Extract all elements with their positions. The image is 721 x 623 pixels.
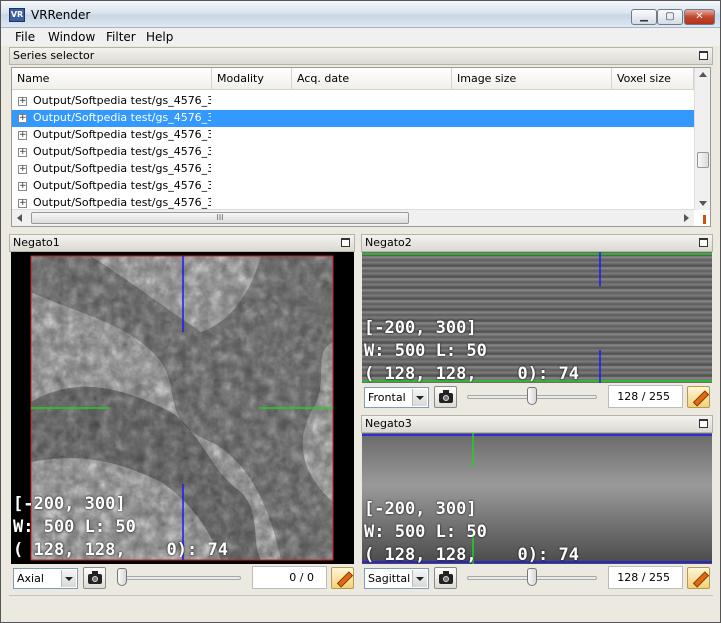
negato3-snapshot-button[interactable] [434, 567, 457, 589]
series-name: Output/Softpedia test/gs_4576_3574 [33, 111, 211, 124]
menu-help[interactable]: Help [146, 30, 173, 44]
negato3-orientation-select[interactable]: Sagittal [364, 568, 429, 589]
negato1-window-level-text: W: 500 L: 50 [13, 517, 136, 537]
column-header-modality[interactable]: Modality [212, 68, 292, 90]
negato3-viewport[interactable]: [-200, 300] W: 500 L: 50 ( 128, 128, 0):… [362, 433, 712, 564]
negato1-coordinate-text: ( 128, 128, 0): 74 [13, 540, 228, 560]
column-header-voxel-size[interactable]: Voxel size [612, 68, 694, 90]
negato2-slice-counter: 128 / 255 [608, 385, 683, 408]
negato2-snapshot-button[interactable] [434, 386, 457, 408]
scroll-right-icon[interactable] [684, 214, 689, 222]
column-header-name[interactable]: Name [12, 68, 212, 90]
series-name: Output/Softpedia test/gs_4576_3573 [33, 94, 211, 107]
app-window: VR VRRender ▁ ▢ ✕ File Window Filter Hel… [0, 0, 721, 623]
negato1-range-text: [-200, 300] [13, 494, 126, 514]
table-row[interactable]: + Output/Softpedia test/gs_4576_3576 [12, 144, 694, 161]
negato3-edit-button[interactable] [687, 567, 710, 589]
horizontal-scrollbar[interactable]: III [12, 209, 694, 226]
negato1-title: Negato1 [13, 236, 60, 249]
series-name: Output/Softpedia test/gs_4576_3576 [33, 145, 211, 158]
column-header-acq-date[interactable]: Acq. date [292, 68, 452, 90]
negato2-range-text: [-200, 300] [364, 318, 477, 338]
negato1-restore-icon[interactable] [341, 238, 350, 247]
negato2-coordinate-text: ( 128, 128, 0): 74 [364, 364, 579, 383]
scroll-down-icon[interactable] [699, 201, 707, 206]
negato3-slice-counter: 128 / 255 [608, 566, 683, 589]
expand-plus-icon[interactable]: + [18, 165, 27, 174]
negato1-snapshot-button[interactable] [83, 567, 106, 589]
vertical-scroll-thumb[interactable] [697, 152, 709, 168]
series-name: Output/Softpedia test/gs_4576_3577 [33, 162, 211, 175]
expand-plus-icon[interactable]: + [18, 148, 27, 157]
negato1-slice-slider-track[interactable] [117, 576, 241, 580]
horizontal-scroll-thumb[interactable]: III [31, 212, 409, 224]
expand-plus-icon[interactable]: + [18, 182, 27, 191]
negato1-orientation-value: Axial [17, 572, 44, 585]
negato2-slice-slider-thumb[interactable] [527, 387, 537, 405]
negato3-range-text: [-200, 300] [364, 499, 477, 519]
chevron-down-icon[interactable] [412, 570, 427, 587]
negato1-slice-counter: 0 / 0 [252, 566, 327, 589]
negato2-orientation-value: Frontal [368, 391, 406, 404]
menu-bar: File Window Filter Help [1, 28, 720, 46]
expand-plus-icon[interactable]: + [18, 114, 27, 123]
expand-plus-icon[interactable]: + [18, 97, 27, 106]
series-selector-title: Series selector [13, 49, 95, 62]
maximize-button[interactable]: ▢ [657, 9, 683, 25]
column-header-image-size[interactable]: Image size [452, 68, 612, 90]
series-name: Output/Softpedia test/gs_4576_3578 [33, 179, 211, 192]
negato3-orientation-value: Sagittal [368, 572, 411, 585]
negato3-restore-icon[interactable] [699, 419, 708, 428]
table-row[interactable]: + Output/Softpedia test/gs_4576_3577 [12, 161, 694, 178]
menu-filter[interactable]: Filter [106, 30, 136, 44]
chevron-down-icon[interactable] [61, 570, 76, 587]
title-bar: VR VRRender ▁ ▢ ✕ [1, 1, 720, 28]
status-bar [9, 595, 713, 616]
negato1-orientation-select[interactable]: Axial [13, 568, 78, 589]
negato1-header: Negato1 [9, 234, 355, 252]
table-row[interactable]: + Output/Softpedia test/gs_4576_3575 [12, 127, 694, 144]
negato2-title: Negato2 [365, 236, 412, 249]
expand-plus-icon[interactable]: + [18, 199, 27, 208]
negato3-window-level-text: W: 500 L: 50 [364, 522, 487, 542]
minimize-button[interactable]: ▁ [631, 9, 657, 25]
app-logo-icon: VR [9, 8, 25, 22]
negato1-edit-button[interactable] [331, 567, 354, 589]
scroll-left-icon[interactable] [17, 214, 22, 222]
negato2-orientation-select[interactable]: Frontal [364, 387, 429, 408]
negato2-restore-icon[interactable] [699, 238, 708, 247]
camera-icon [439, 571, 453, 584]
negato3-slice-slider-thumb[interactable] [527, 568, 537, 586]
negato2-edit-button[interactable] [687, 386, 710, 408]
table-row[interactable]: + Output/Softpedia test/gs_4576_3574 [12, 110, 694, 127]
negato3-header: Negato3 [361, 415, 713, 433]
menu-window[interactable]: Window [48, 30, 95, 44]
expand-plus-icon[interactable]: + [18, 131, 27, 140]
camera-icon [88, 571, 102, 584]
negato2-header: Negato2 [361, 234, 713, 252]
series-name: Output/Softpedia test/gs_4576_3575 [33, 128, 211, 141]
panel-restore-icon[interactable] [699, 51, 708, 60]
negato2-window-level-text: W: 500 L: 50 [364, 341, 487, 361]
negato2-viewport[interactable]: [-200, 300] W: 500 L: 50 ( 128, 128, 0):… [362, 252, 712, 383]
menu-file[interactable]: File [15, 30, 35, 44]
resize-grip-icon[interactable] [703, 215, 706, 224]
table-row[interactable]: + Output/Softpedia test/gs_4576_3578 [12, 178, 694, 195]
negato1-viewport[interactable]: [-200, 300] W: 500 L: 50 ( 128, 128, 0):… [11, 252, 354, 564]
series-table: Name Modality Acq. date Image size Voxel… [11, 67, 711, 227]
window-title: VRRender [31, 8, 91, 22]
table-row[interactable]: + Output/Softpedia test/gs_4576_3573 [12, 93, 694, 110]
close-button[interactable]: ✕ [684, 9, 715, 25]
vertical-scrollbar[interactable] [694, 68, 710, 210]
camera-icon [439, 390, 453, 403]
scroll-up-icon[interactable] [699, 72, 707, 77]
negato3-title: Negato3 [365, 417, 412, 430]
series-selector-header: Series selector [9, 47, 713, 65]
negato3-coordinate-text: ( 128, 128, 0): 74 [364, 545, 579, 564]
negato1-slice-slider-thumb[interactable] [117, 568, 127, 586]
chevron-down-icon[interactable] [412, 389, 427, 406]
